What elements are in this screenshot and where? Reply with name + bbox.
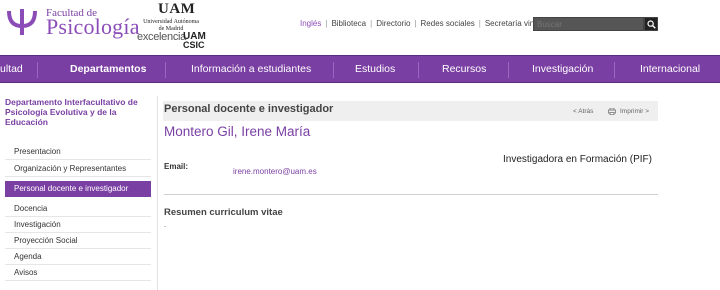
faculty-logo-line2[interactable]: Psicología <box>46 14 140 40</box>
sidebar-item-docencia[interactable]: Docencia <box>5 201 151 217</box>
sidebar-item-agenda[interactable]: Agenda <box>5 249 151 265</box>
sidebar-item-presentacion[interactable]: Presentacion <box>5 144 151 160</box>
nav-item-departamentos[interactable]: Departamentos <box>70 56 146 84</box>
nav-item-estudios[interactable]: Estudios <box>355 56 395 84</box>
cv-text: . <box>164 220 167 229</box>
nav-separator <box>333 62 334 78</box>
sidebar-item-personal-docente[interactable]: Personal docente e investigador <box>5 181 151 197</box>
nav-separator <box>418 62 419 78</box>
main-nav: ultad Departamentos Información a estudi… <box>0 55 720 83</box>
sidebar-item-avisos[interactable]: Avisos <box>5 265 151 281</box>
back-link[interactable]: < Atrás <box>573 108 593 115</box>
department-title[interactable]: Departamento Interfacultativo de Psicolo… <box>5 97 150 127</box>
search-icon <box>646 19 656 29</box>
site-header: Facultad de Psicología UAM Universidad A… <box>0 0 720 55</box>
section-header: Personal docente e investigador < Atrás … <box>163 101 658 121</box>
nav-separator <box>165 62 166 78</box>
uam-mark: UAM <box>158 1 196 17</box>
nav-separator <box>508 62 509 78</box>
person-position: Investigadora en Formación (PIF) <box>503 154 652 165</box>
nav-item-recursos[interactable]: Recursos <box>442 56 486 84</box>
search-input[interactable] <box>533 17 644 31</box>
excellence-csic: CSIC <box>183 40 205 50</box>
top-link-biblioteca[interactable]: Biblioteca <box>331 19 366 28</box>
content-divider <box>164 194 658 195</box>
top-link-directorio[interactable]: Directorio <box>376 19 410 28</box>
top-links: Inglés | Biblioteca | Directorio | Redes socia… <box>300 19 545 28</box>
sidebar-item-proyeccion-social[interactable]: Proyección Social <box>5 233 151 249</box>
top-link-separator: | <box>414 19 417 28</box>
sidebar: Departamento Interfacultativo de Psicolo… <box>0 83 157 290</box>
psi-logo-icon[interactable] <box>5 8 39 36</box>
excellence-word: excelencia <box>137 31 186 43</box>
sidebar-item-investigacion[interactable]: Investigación <box>5 217 151 233</box>
top-link-ingles[interactable]: Inglés <box>300 19 321 28</box>
top-link-redes-sociales[interactable]: Redes sociales <box>421 19 475 28</box>
section-title: Personal docente e investigador <box>164 103 334 115</box>
nav-item-informacion-estudiantes[interactable]: Información a estudiantes <box>191 56 311 84</box>
nav-item-investigacion[interactable]: Investigación <box>532 56 593 84</box>
email-label: Email: <box>164 162 189 171</box>
nav-separator <box>614 62 615 78</box>
search-button[interactable] <box>644 17 658 31</box>
person-name: Montero Gil, Irene María <box>164 124 311 139</box>
email-link[interactable]: irene.montero@uam.es <box>233 167 317 176</box>
cv-title: Resumen curriculum vitae <box>164 207 283 218</box>
print-icon[interactable] <box>608 108 616 115</box>
sidebar-item-organizacion[interactable]: Organización y Representantes <box>5 161 151 177</box>
print-link[interactable]: Imprimir > <box>620 108 649 115</box>
nav-item-internacional[interactable]: Internacional <box>640 56 700 84</box>
top-link-separator: | <box>325 19 328 28</box>
nav-separator <box>37 62 38 78</box>
top-link-separator: | <box>478 19 481 28</box>
sidebar-divider <box>157 96 158 290</box>
nav-item-facultad[interactable]: ultad <box>0 56 23 84</box>
top-link-separator: | <box>370 19 373 28</box>
